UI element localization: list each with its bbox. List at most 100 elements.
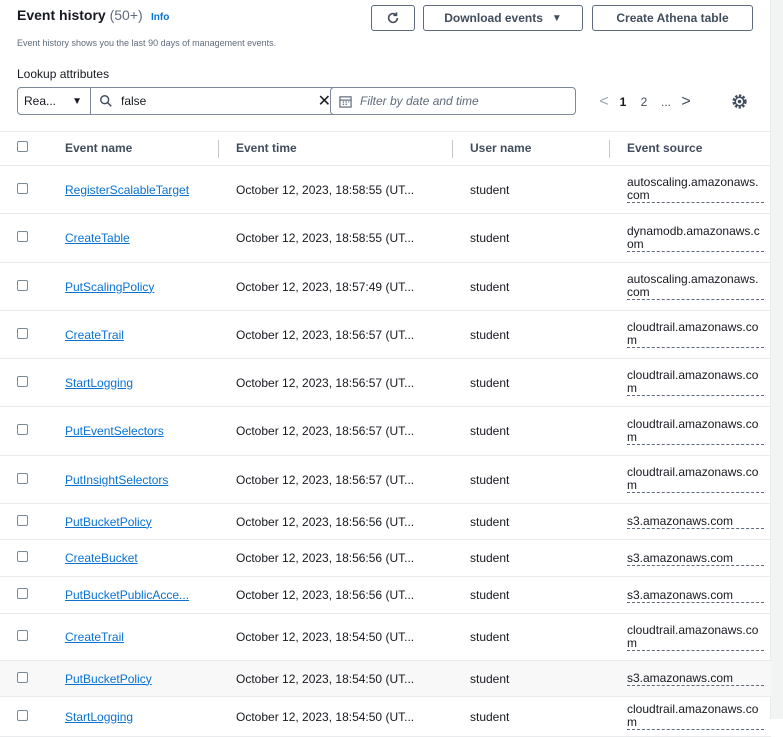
info-link[interactable]: Info bbox=[151, 12, 169, 23]
table-row[interactable]: PutBucketPolicy October 12, 2023, 18:54:5… bbox=[0, 660, 771, 697]
column-header-user-name[interactable]: User name bbox=[452, 131, 609, 166]
row-checkbox[interactable] bbox=[17, 551, 28, 562]
page-title: Event history (50+) bbox=[17, 7, 143, 23]
event-name-link[interactable]: PutInsightSelectors bbox=[65, 473, 168, 487]
lookup-search-input[interactable]: false ✕ bbox=[91, 87, 340, 115]
event-source-value[interactable]: s3.amazonaws.com bbox=[627, 672, 764, 686]
column-header-event-name[interactable]: Event name bbox=[47, 131, 218, 166]
previous-page-button[interactable]: < bbox=[596, 93, 612, 111]
event-name-link[interactable]: StartLogging bbox=[65, 710, 133, 724]
create-athena-table-label: Create Athena table bbox=[616, 11, 729, 25]
refresh-button[interactable] bbox=[371, 5, 415, 31]
event-name-cell: CreateBucket bbox=[47, 539, 218, 577]
row-checkbox[interactable] bbox=[17, 375, 28, 387]
select-all-checkbox[interactable] bbox=[17, 141, 28, 152]
row-select-cell bbox=[0, 503, 47, 540]
gear-icon[interactable] bbox=[731, 93, 748, 110]
table-row[interactable]: StartLogging October 12, 2023, 18:56:57 (… bbox=[0, 358, 771, 407]
clear-icon[interactable]: ✕ bbox=[318, 91, 331, 111]
row-select-cell bbox=[0, 406, 47, 456]
table-row[interactable]: CreateBucket October 12, 2023, 18:56:56 (… bbox=[0, 539, 771, 577]
event-source-value[interactable]: dynamodb.amazonaws.com bbox=[627, 224, 764, 252]
event-time-cell: October 12, 2023, 18:57:49 (UT... bbox=[218, 262, 452, 311]
event-name-link[interactable]: CreateBucket bbox=[65, 551, 138, 565]
row-select-cell bbox=[0, 660, 47, 697]
event-source-value[interactable]: cloudtrail.amazonaws.com bbox=[627, 369, 764, 396]
user-name-cell: student bbox=[452, 660, 609, 697]
table-row[interactable]: PutScalingPolicy October 12, 2023, 18:57:… bbox=[0, 262, 771, 311]
date-filter-input[interactable]: Filter by date and time bbox=[330, 87, 576, 115]
event-name-cell: PutScalingPolicy bbox=[47, 262, 218, 311]
pagination-ellipsis: ... bbox=[660, 95, 671, 109]
download-events-button[interactable]: Download events ▼ bbox=[423, 5, 583, 31]
user-name-cell: student bbox=[452, 613, 609, 661]
row-checkbox[interactable] bbox=[17, 327, 28, 339]
event-name-cell: PutBucketPolicy bbox=[47, 503, 218, 540]
table-header-row: Event name Event time User name Event so… bbox=[0, 131, 771, 166]
row-checkbox[interactable] bbox=[17, 279, 28, 291]
event-source-cell: autoscaling.amazonaws.com bbox=[609, 165, 771, 214]
row-checkbox[interactable] bbox=[17, 514, 28, 526]
event-source-value[interactable]: cloudtrail.amazonaws.com bbox=[627, 321, 764, 348]
page-2[interactable]: 2 bbox=[634, 95, 654, 109]
event-time-cell: October 12, 2023, 18:54:50 (UT... bbox=[218, 696, 452, 737]
row-checkbox[interactable] bbox=[17, 588, 28, 599]
table-row[interactable]: StartLogging October 12, 2023, 18:54:50 (… bbox=[0, 696, 771, 737]
event-name-cell: PutBucketPublicAcce... bbox=[47, 576, 218, 614]
row-checkbox[interactable] bbox=[17, 182, 28, 194]
row-checkbox[interactable] bbox=[17, 630, 28, 641]
event-source-value[interactable]: s3.amazonaws.com bbox=[627, 588, 764, 603]
page-description: Event history shows you the last 90 days… bbox=[17, 38, 277, 48]
event-time-cell: October 12, 2023, 18:56:57 (UT... bbox=[218, 406, 452, 456]
event-source-value[interactable]: cloudtrail.amazonaws.com bbox=[627, 703, 764, 730]
event-name-link[interactable]: RegisterScalableTarget bbox=[65, 183, 189, 197]
row-select-cell bbox=[0, 455, 47, 504]
table-row[interactable]: PutInsightSelectors October 12, 2023, 18:… bbox=[0, 455, 771, 504]
page-header: Event history (50+) Info bbox=[17, 7, 169, 23]
event-source-value[interactable]: autoscaling.amazonaws.com bbox=[627, 176, 764, 203]
event-name-link[interactable]: PutBucketPolicy bbox=[65, 515, 152, 529]
table-row[interactable]: CreateTrail October 12, 2023, 18:56:57 (U… bbox=[0, 310, 771, 359]
event-name-link[interactable]: CreateTrail bbox=[65, 630, 124, 644]
row-checkbox[interactable] bbox=[17, 671, 28, 683]
column-separator[interactable] bbox=[452, 140, 453, 158]
table-row[interactable]: CreateTable October 12, 2023, 18:58:55 (U… bbox=[0, 213, 771, 263]
scroll-track[interactable] bbox=[770, 0, 783, 719]
event-name-cell: RegisterScalableTarget bbox=[47, 165, 218, 214]
page-1[interactable]: 1 bbox=[612, 95, 634, 109]
event-name-link[interactable]: CreateTable bbox=[65, 231, 130, 245]
event-source-value[interactable]: cloudtrail.amazonaws.com bbox=[627, 623, 764, 651]
table-row[interactable]: PutEventSelectors October 12, 2023, 18:56… bbox=[0, 406, 771, 456]
create-athena-table-button[interactable]: Create Athena table bbox=[592, 5, 753, 31]
user-name-cell: student bbox=[452, 262, 609, 311]
table-row[interactable]: PutBucketPublicAcce... October 12, 2023, … bbox=[0, 576, 771, 614]
column-separator[interactable] bbox=[609, 140, 610, 158]
event-name-link[interactable]: PutBucketPublicAcce... bbox=[65, 588, 189, 602]
event-source-value[interactable]: cloudtrail.amazonaws.com bbox=[627, 466, 764, 493]
user-name-cell: student bbox=[452, 165, 609, 214]
event-name-link[interactable]: PutEventSelectors bbox=[65, 424, 164, 438]
column-separator[interactable] bbox=[218, 140, 219, 158]
event-source-value[interactable]: s3.amazonaws.com bbox=[627, 515, 764, 529]
table-row[interactable]: RegisterScalableTarget October 12, 2023, … bbox=[0, 165, 771, 214]
events-table: Event name Event time User name Event so… bbox=[0, 131, 771, 737]
event-source-value[interactable]: autoscaling.amazonaws.com bbox=[627, 273, 764, 300]
table-row[interactable]: PutBucketPolicy October 12, 2023, 18:56:5… bbox=[0, 503, 771, 540]
event-name-link[interactable]: PutScalingPolicy bbox=[65, 280, 154, 294]
event-name-link[interactable]: CreateTrail bbox=[65, 328, 124, 342]
table-row[interactable]: CreateTrail October 12, 2023, 18:54:50 (U… bbox=[0, 613, 771, 661]
event-source-value[interactable]: cloudtrail.amazonaws.com bbox=[627, 417, 764, 445]
lookup-attribute-select[interactable]: Rea... ▼ bbox=[17, 87, 91, 115]
row-checkbox[interactable] bbox=[17, 424, 28, 435]
event-name-cell: PutEventSelectors bbox=[47, 406, 218, 456]
user-name-cell: student bbox=[452, 358, 609, 407]
next-page-button[interactable]: > bbox=[678, 93, 694, 111]
row-select-cell bbox=[0, 539, 47, 577]
event-name-link[interactable]: StartLogging bbox=[65, 376, 133, 390]
column-header-event-time[interactable]: Event time bbox=[218, 131, 452, 166]
row-checkbox[interactable] bbox=[17, 231, 28, 242]
row-checkbox[interactable] bbox=[17, 472, 28, 484]
event-name-link[interactable]: PutBucketPolicy bbox=[65, 672, 152, 686]
column-header-event-source[interactable]: Event source bbox=[609, 131, 771, 166]
event-source-value[interactable]: s3.amazonaws.com bbox=[627, 551, 764, 566]
